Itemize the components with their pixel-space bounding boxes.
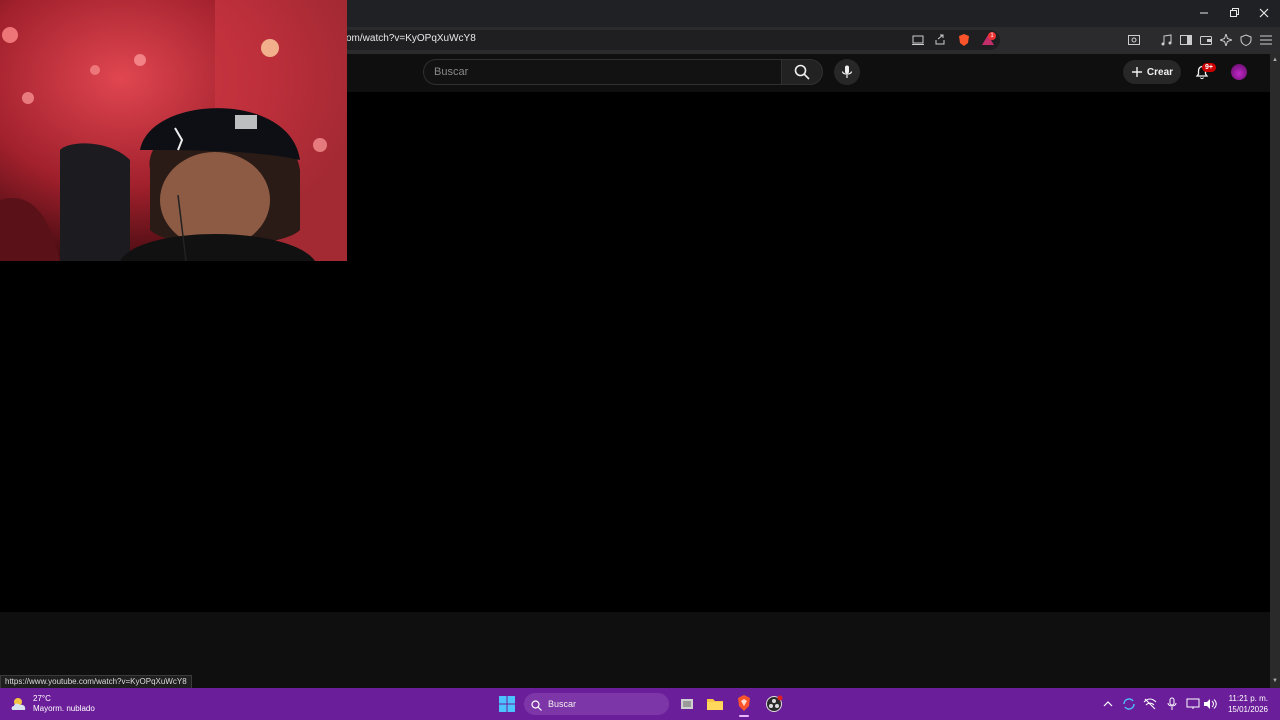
- brave-lion-icon: [959, 34, 969, 46]
- obs-studio-icon: [766, 695, 783, 712]
- sidebar-button[interactable]: [1178, 32, 1194, 48]
- music-note-icon: [1161, 34, 1172, 46]
- share-button[interactable]: [932, 32, 948, 48]
- taskbar-search-icon: [531, 698, 542, 716]
- brave-browser-icon: [738, 695, 750, 711]
- taskbar-search-label: Buscar: [548, 699, 577, 709]
- scroll-down-arrow-icon[interactable]: ▼: [1272, 678, 1278, 684]
- status-bar-link-url: https://www.youtube.com/watch?v=KyOPqXuW…: [0, 675, 192, 689]
- wallet-button[interactable]: [1198, 32, 1214, 48]
- minimize-button[interactable]: [1195, 5, 1213, 21]
- task-view-icon: [681, 699, 693, 709]
- cast-button[interactable]: [910, 32, 926, 48]
- minimize-icon: [1200, 12, 1208, 14]
- webcam-image: [0, 0, 347, 261]
- create-button[interactable]: Crear: [1123, 60, 1181, 84]
- taskbar-clock-date[interactable]: 15/01/2026: [1224, 705, 1268, 714]
- restore-button[interactable]: [1225, 5, 1243, 21]
- obs-taskbar-button[interactable]: [765, 695, 783, 713]
- network-disconnected-icon: [1143, 698, 1157, 710]
- leo-ai-button[interactable]: [1218, 32, 1234, 48]
- hamburger-menu-icon: [1260, 35, 1272, 45]
- search-icon: [794, 64, 810, 80]
- page-scrollbar[interactable]: [1270, 54, 1280, 688]
- microphone-icon: [841, 65, 853, 78]
- windows-logo-icon: [499, 696, 515, 712]
- scroll-up-arrow-icon[interactable]: ▲: [1272, 57, 1278, 63]
- rewards-badge: 1: [988, 32, 996, 40]
- chevron-up-icon: [1103, 701, 1113, 707]
- weather-temperature: 27°C: [33, 694, 51, 703]
- webcam-overlay: [0, 0, 347, 261]
- cloudy-weather-icon: [11, 698, 26, 710]
- address-bar-url: om/watch?v=KyOPqXuWcY8: [346, 33, 476, 44]
- display-tray-button[interactable]: [1186, 697, 1200, 711]
- microphone-icon: [1167, 697, 1177, 710]
- sidebar-icon: [1180, 35, 1192, 45]
- monitor-icon: [1186, 698, 1200, 709]
- weather-description: Mayorm. nublado: [33, 704, 95, 713]
- brave-shields-button[interactable]: [956, 32, 972, 48]
- wallet-icon: [1200, 36, 1212, 45]
- restore-icon: [1230, 8, 1239, 17]
- sync-icon: [1123, 698, 1135, 710]
- speaker-icon: [1204, 699, 1217, 709]
- volume-tray-button[interactable]: [1203, 697, 1217, 711]
- media-controls-button[interactable]: [1158, 32, 1174, 48]
- tab-search-icon: [1128, 35, 1140, 45]
- brave-taskbar-button[interactable]: [735, 694, 753, 714]
- tab-search-button[interactable]: [1126, 32, 1142, 48]
- close-button[interactable]: [1255, 5, 1273, 21]
- shield-icon: [1240, 34, 1252, 46]
- weather-widget[interactable]: [10, 694, 30, 714]
- share-icon: [935, 34, 945, 45]
- create-label: Crear: [1146, 66, 1174, 78]
- show-hidden-icons-button[interactable]: [1101, 697, 1115, 711]
- start-button[interactable]: [498, 695, 516, 713]
- folder-icon: [707, 699, 723, 710]
- network-tray-button[interactable]: [1143, 697, 1157, 711]
- search-button[interactable]: [781, 59, 823, 85]
- sparkle-icon: [1220, 34, 1232, 46]
- sync-tray-button[interactable]: [1122, 697, 1136, 711]
- cast-icon: [912, 35, 924, 45]
- file-explorer-button[interactable]: [706, 695, 724, 713]
- taskbar-search-box[interactable]: [524, 693, 669, 715]
- microphone-tray-button[interactable]: [1165, 697, 1179, 711]
- close-icon: [1259, 8, 1269, 18]
- plus-icon: [1131, 67, 1142, 77]
- notification-count-badge: 9+: [1202, 63, 1216, 72]
- vpn-button[interactable]: [1238, 32, 1254, 48]
- account-avatar[interactable]: [1231, 64, 1247, 80]
- search-input[interactable]: [423, 59, 781, 85]
- search-placeholder: Buscar: [434, 66, 469, 78]
- active-app-indicator: [739, 715, 749, 717]
- voice-search-button[interactable]: [834, 59, 860, 85]
- main-menu-button[interactable]: [1258, 32, 1274, 48]
- taskbar-clock-time[interactable]: 11:21 p. m.: [1224, 694, 1268, 703]
- task-view-button[interactable]: [678, 695, 696, 713]
